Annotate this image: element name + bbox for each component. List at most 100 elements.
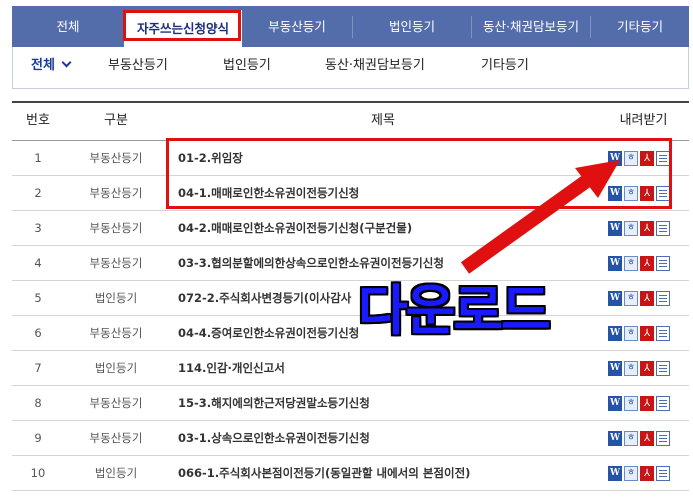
row-category: 부동산등기 [89, 186, 143, 200]
row-category: 법인등기 [94, 466, 138, 480]
row-category: 법인등기 [94, 291, 138, 305]
row-number: 10 [30, 466, 46, 480]
sub-nav-all[interactable]: 전체 [31, 47, 72, 87]
download-icons: W ㅎ ⅄ [608, 151, 672, 167]
table-row: 9 부동산등기 03-1.상속으로인한소유권이전등기신청 W ㅎ ⅄ [12, 421, 689, 456]
word-icon[interactable]: W [608, 151, 622, 166]
word-icon[interactable]: W [608, 396, 622, 411]
row-number: 8 [34, 396, 42, 410]
table-row: 2 부동산등기 04-1.매매로인한소유권이전등기신청 W ㅎ ⅄ [12, 176, 689, 211]
tab-all[interactable]: 전체 [12, 6, 124, 47]
pdf-icon[interactable]: ⅄ [640, 256, 654, 271]
row-category: 부동산등기 [89, 326, 143, 340]
sub-nav-corporate[interactable]: 법인등기 [223, 47, 271, 87]
hwp-icon[interactable]: ㅎ [624, 256, 638, 271]
word-icon[interactable]: W [608, 186, 622, 201]
hwp-icon[interactable]: ㅎ [624, 291, 638, 306]
hwp-icon[interactable]: ㅎ [624, 221, 638, 236]
forms-table: 번호 구분 제목 내려받기 1 부동산등기 01-2.위임장 W ㅎ ⅄ 2 부동산등기 04-… [12, 101, 689, 491]
pdf-icon[interactable]: ⅄ [640, 151, 654, 166]
row-number: 1 [34, 151, 42, 165]
top-tab-bar: 전체 자주쓰는신청양식 부동산등기 법인등기 동산·채권담보등기 기타등기 [12, 6, 689, 47]
header-no: 번호 [26, 113, 50, 128]
hwp-icon[interactable]: ㅎ [624, 326, 638, 341]
table-row: 4 부동산등기 03-3.협의분할에의한상속으로인한소유권이전등기신청 W ㅎ ⅄ [12, 246, 689, 281]
row-title-link[interactable]: 04-4.증여로인한소유권이전등기신청 [178, 316, 608, 350]
row-title-link[interactable]: 04-1.매매로인한소유권이전등기신청 [178, 176, 608, 210]
tab-frequent-forms[interactable]: 자주쓰는신청양식 [124, 10, 242, 47]
word-icon[interactable]: W [608, 256, 622, 271]
sub-nav-movable-collateral[interactable]: 동산·채권담보등기 [325, 47, 425, 87]
tab-other[interactable]: 기타등기 [591, 6, 689, 47]
word-icon[interactable]: W [608, 326, 622, 341]
hwp-icon[interactable]: ㅎ [624, 151, 638, 166]
word-icon[interactable]: W [608, 291, 622, 306]
sub-nav-real-estate[interactable]: 부동산등기 [108, 47, 168, 87]
text-doc-icon[interactable] [656, 361, 670, 376]
pdf-icon[interactable]: ⅄ [640, 186, 654, 201]
row-number: 3 [34, 221, 42, 235]
row-category: 부동산등기 [89, 221, 143, 235]
word-icon[interactable]: W [608, 466, 622, 481]
download-icons: W ㅎ ⅄ [608, 396, 672, 412]
row-title-link[interactable]: 15-3.해지에의한근저당권말소등기신청 [178, 386, 608, 420]
text-doc-icon[interactable] [656, 431, 670, 446]
row-title-link[interactable]: 03-1.상속으로인한소유권이전등기신청 [178, 421, 608, 455]
table-row: 7 법인등기 114.인감·개인신고서 W ㅎ ⅄ [12, 351, 689, 386]
tab-movable-collateral[interactable]: 동산·채권담보등기 [472, 6, 590, 47]
row-category: 법인등기 [94, 361, 138, 375]
sub-nav-other[interactable]: 기타등기 [481, 47, 529, 87]
pdf-icon[interactable]: ⅄ [640, 326, 654, 341]
row-title-link[interactable]: 072-2.주식회사변경등기(이사감사 [178, 281, 608, 315]
text-doc-icon[interactable] [656, 466, 670, 481]
text-doc-icon[interactable] [656, 256, 670, 271]
pdf-icon[interactable]: ⅄ [640, 431, 654, 446]
text-doc-icon[interactable] [656, 326, 670, 341]
pdf-icon[interactable]: ⅄ [640, 361, 654, 376]
tab-corporate[interactable]: 법인등기 [353, 6, 471, 47]
table-row: 5 법인등기 072-2.주식회사변경등기(이사감사 W ㅎ ⅄ [12, 281, 689, 316]
pdf-icon[interactable]: ⅄ [640, 466, 654, 481]
table-body: 1 부동산등기 01-2.위임장 W ㅎ ⅄ 2 부동산등기 04-1.매매로인한소유권이전등기… [12, 141, 689, 491]
row-category: 부동산등기 [89, 431, 143, 445]
pdf-icon[interactable]: ⅄ [640, 396, 654, 411]
hwp-icon[interactable]: ㅎ [624, 186, 638, 201]
text-doc-icon[interactable] [656, 221, 670, 236]
text-doc-icon[interactable] [656, 396, 670, 411]
text-doc-icon[interactable] [656, 186, 670, 201]
table-row: 3 부동산등기 04-2.매매로인한소유권이전등기신청(구분건물) W ㅎ ⅄ [12, 211, 689, 246]
word-icon[interactable]: W [608, 431, 622, 446]
row-title-link[interactable]: 04-2.매매로인한소유권이전등기신청(구분건물) [178, 211, 608, 245]
text-doc-icon[interactable] [656, 291, 670, 306]
tab-real-estate[interactable]: 부동산등기 [242, 6, 352, 47]
header-download: 내려받기 [619, 113, 668, 128]
download-icons: W ㅎ ⅄ [608, 256, 672, 272]
word-icon[interactable]: W [608, 221, 622, 236]
hwp-icon[interactable]: ㅎ [624, 466, 638, 481]
download-icons: W ㅎ ⅄ [608, 431, 672, 447]
row-number: 7 [34, 361, 42, 375]
header-category: 구분 [104, 113, 128, 128]
download-icons: W ㅎ ⅄ [608, 466, 672, 482]
row-title-link[interactable]: 01-2.위임장 [178, 141, 608, 175]
pdf-icon[interactable]: ⅄ [640, 221, 654, 236]
row-title-link[interactable]: 114.인감·개인신고서 [178, 351, 608, 385]
hwp-icon[interactable]: ㅎ [624, 361, 638, 376]
download-icons: W ㅎ ⅄ [608, 361, 672, 377]
row-category: 부동산등기 [89, 396, 143, 410]
chevron-down-icon [61, 57, 72, 68]
text-doc-icon[interactable] [656, 151, 670, 166]
row-number: 9 [34, 431, 42, 445]
download-icons: W ㅎ ⅄ [608, 221, 672, 237]
pdf-icon[interactable]: ⅄ [640, 291, 654, 306]
row-title-link[interactable]: 066-1.주식회사본점이전등기(동일관할 내에서의 본점이전) [178, 456, 608, 490]
download-icons: W ㅎ ⅄ [608, 326, 672, 342]
table-header: 번호 구분 제목 내려받기 [12, 103, 689, 141]
word-icon[interactable]: W [608, 361, 622, 376]
header-title: 제목 [371, 113, 395, 128]
hwp-icon[interactable]: ㅎ [624, 431, 638, 446]
table-row: 6 부동산등기 04-4.증여로인한소유권이전등기신청 W ㅎ ⅄ [12, 316, 689, 351]
table-row: 1 부동산등기 01-2.위임장 W ㅎ ⅄ [12, 141, 689, 176]
row-title-link[interactable]: 03-3.협의분할에의한상속으로인한소유권이전등기신청 [178, 246, 608, 280]
hwp-icon[interactable]: ㅎ [624, 396, 638, 411]
